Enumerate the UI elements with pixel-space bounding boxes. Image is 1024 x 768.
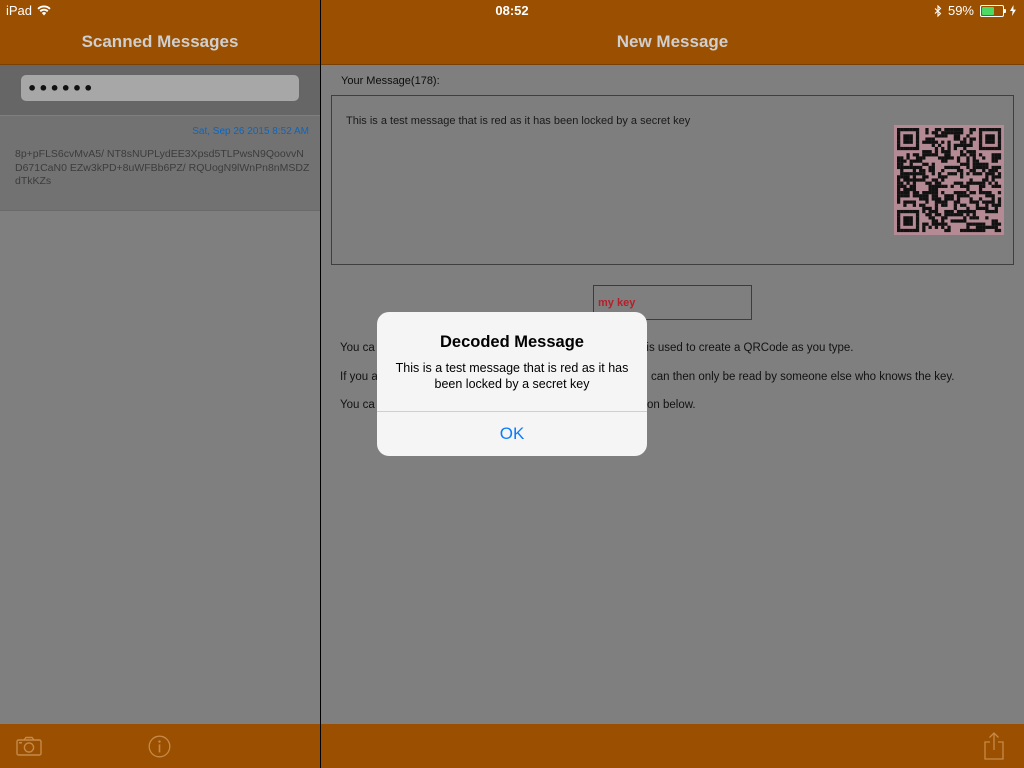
- qr-code-image: [894, 125, 1004, 235]
- share-icon[interactable]: [983, 732, 1005, 760]
- passcode-search-input[interactable]: [21, 75, 299, 101]
- status-time: 08:52: [495, 3, 529, 18]
- camera-icon[interactable]: [16, 736, 42, 756]
- left-panel-title: Scanned Messages: [81, 32, 239, 51]
- status-bar: iPad 08:52 59%: [0, 0, 1024, 22]
- right-toolbar: [321, 724, 1024, 768]
- message-encoded-text: 8p+pFLS6cvMvA5/ NT8sNUPLydEE3Xpsd5TLPwsN…: [15, 148, 310, 188]
- message-label: Your Message(178):: [341, 75, 440, 87]
- scanned-message-list-item[interactable]: Sat, Sep 26 2015 8:52 AM 8p+pFLS6cvMvA5/…: [0, 116, 320, 211]
- help-text-line-2: If you a can then only be read by someone…: [340, 371, 955, 383]
- bluetooth-icon: [934, 4, 942, 17]
- right-panel-title: New Message: [616, 32, 729, 51]
- help-text-line-3: You ca on below.: [340, 399, 696, 411]
- status-right: 59%: [934, 3, 1016, 18]
- left-toolbar: [0, 724, 320, 768]
- charging-bolt-icon: [1010, 5, 1016, 16]
- decoded-message-alert: Decoded Message This is a test message t…: [377, 312, 647, 456]
- battery-percent: 59%: [947, 3, 974, 18]
- battery-icon: [980, 4, 1006, 17]
- help-text-line-1: You ca t is used to create a QRCode as yo…: [340, 342, 854, 354]
- message-text: This is a test message that is red as it…: [346, 115, 691, 127]
- message-date: Sat, Sep 26 2015 8:52 AM: [192, 126, 309, 137]
- info-icon[interactable]: [148, 735, 171, 758]
- split-view-divider: [320, 0, 321, 768]
- alert-ok-button[interactable]: OK: [377, 412, 647, 456]
- alert-message: This is a test message that is red as it…: [395, 361, 629, 391]
- alert-title: Decoded Message: [440, 333, 584, 351]
